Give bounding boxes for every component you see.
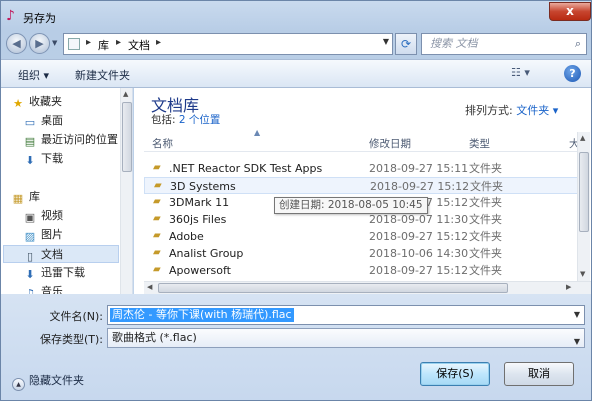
chevron-up-icon: ▲ <box>12 378 25 391</box>
scroll-up-icon[interactable]: ▲ <box>123 90 128 98</box>
nav-pictures[interactable]: ▨ 图片 <box>23 226 132 244</box>
filename-field[interactable]: 周杰伦 - 等你下课(with 杨瑞代).flac ▼ <box>107 305 585 325</box>
save-button[interactable]: 保存(S) <box>420 362 490 386</box>
nav-videos[interactable]: ▣ 视频 <box>23 207 132 225</box>
folder-icon: ▰ <box>153 162 161 173</box>
file-row[interactable]: ▰ .NET Reactor SDK Test Apps 2018-09-27 15… <box>144 160 578 177</box>
column-header-type[interactable]: 类型 <box>469 136 490 151</box>
recent-pages-dropdown[interactable]: ▼ <box>52 39 57 47</box>
file-list-horizontal-scrollbar[interactable]: ◀ ▶ <box>144 281 591 294</box>
save-options-panel: 文件名(N): 周杰伦 - 等你下课(with 杨瑞代).flac ▼ 保存类型… <box>1 294 591 400</box>
scroll-down-icon[interactable]: ▼ <box>580 270 585 278</box>
filename-label: 文件名(N): <box>49 310 103 323</box>
scroll-right-icon[interactable]: ▶ <box>566 283 571 291</box>
recent-icon: ▤ <box>24 135 36 148</box>
library-icon: ▦ <box>12 192 24 205</box>
address-dropdown-icon[interactable]: ▼ <box>383 37 389 46</box>
library-includes: 包括: 2 个位置 <box>151 114 221 126</box>
search-icon: ⌕ <box>574 37 581 50</box>
nav-thunder-downloads[interactable]: ⬇ 迅雷下载 <box>23 264 132 282</box>
nav-desktop[interactable]: ▭ 桌面 <box>23 112 132 130</box>
folder-icon: ▰ <box>153 247 161 258</box>
download-icon: ⬇ <box>25 154 35 167</box>
file-list-vertical-scrollbar[interactable]: ▲ ▼ <box>577 132 590 281</box>
back-button[interactable]: ◀ <box>6 33 27 54</box>
sort-ascending-icon: ▲ <box>254 128 261 137</box>
chevron-down-icon[interactable]: ▼ <box>574 310 580 319</box>
filetype-select[interactable]: 歌曲格式 (*.flac) ▼ <box>107 328 585 348</box>
music-note-icon: ♪ <box>6 8 15 24</box>
search-placeholder: 搜索 文档 <box>430 37 478 50</box>
video-icon: ▣ <box>24 211 36 224</box>
nav-documents[interactable]: ▯ 文档 <box>3 245 119 263</box>
arrange-by: 排列方式: 文件夹 ▾ <box>465 104 559 117</box>
desktop-icon: ▭ <box>24 116 36 129</box>
title-bar: ♪ 另存为 x <box>1 1 591 31</box>
chevron-right-icon[interactable]: ▸ <box>116 37 121 48</box>
column-headers: ▲ 名称 修改日期 类型 大 <box>144 128 580 152</box>
navigation-row: ◀ ▶ ▼ ▸ 库 ▸ 文档 ▸ ▼ ⟳ 搜索 文档 ⌕ <box>1 31 591 57</box>
file-list-pane: 文档库 包括: 2 个位置 排列方式: 文件夹 ▾ ▲ 名称 修改日期 类型 大… <box>134 88 591 294</box>
folder-icon: ▰ <box>153 230 161 241</box>
close-button[interactable]: x <box>549 2 591 21</box>
folder-icon: ▰ <box>154 180 162 191</box>
library-icon <box>68 38 80 50</box>
new-folder-button[interactable]: 新建文件夹 <box>75 67 130 83</box>
nav-libraries[interactable]: ▦ 库 <box>11 188 129 206</box>
folder-icon: ▰ <box>153 213 161 224</box>
nav-recent-places[interactable]: ▤ 最近访问的位置 <box>23 131 132 149</box>
file-row[interactable]: ▰ 3D Systems 2018-09-27 15:12 文件夹 <box>144 177 578 194</box>
nav-pane-scroll-thumb[interactable] <box>122 102 132 172</box>
file-row[interactable]: ▰ Apowersoft 2018-09-27 15:12 文件夹 <box>144 262 578 279</box>
star-icon: ★ <box>13 97 23 110</box>
folder-icon: ▰ <box>153 264 161 275</box>
forward-button[interactable]: ▶ <box>29 33 50 54</box>
filetype-value: 歌曲格式 (*.flac) <box>112 331 197 344</box>
locations-link[interactable]: 2 个位置 <box>179 114 221 126</box>
nav-pane-scrollbar[interactable]: ▲ <box>120 88 132 294</box>
vertical-scroll-thumb[interactable] <box>579 152 589 232</box>
address-segment-documents[interactable]: 文档 <box>128 37 150 53</box>
filetype-label: 保存类型(T): <box>39 333 103 346</box>
view-options-button[interactable]: ☷ ▾ <box>511 66 545 82</box>
file-row[interactable]: ▰ Adobe 2018-09-27 15:12 文件夹 <box>144 228 578 245</box>
chevron-right-icon[interactable]: ▸ <box>156 37 161 48</box>
hide-folders-toggle[interactable]: ▲ 隐藏文件夹 <box>12 372 84 391</box>
folder-icon: ▰ <box>153 196 161 207</box>
address-bar[interactable]: ▸ 库 ▸ 文档 ▸ ▼ <box>63 33 393 55</box>
cancel-button[interactable]: 取消 <box>504 362 574 386</box>
picture-icon: ▨ <box>24 230 36 243</box>
chevron-down-icon[interactable]: ▼ <box>574 333 580 351</box>
navigation-pane: ★ 收藏夹 ▭ 桌面 ▤ 最近访问的位置 ⬇ 下载 ▦ 库 ▣ 视频 ▨ 图片 ▯ 文档 ⬇ 迅雷… <box>1 88 133 294</box>
chevron-right-icon[interactable]: ▸ <box>86 37 91 48</box>
column-header-name[interactable]: 名称 <box>152 136 173 151</box>
refresh-button[interactable]: ⟳ <box>395 33 417 55</box>
nav-downloads[interactable]: ⬇ 下载 <box>23 150 132 168</box>
save-as-dialog: ♪ 另存为 x ◀ ▶ ▼ ▸ 库 ▸ 文档 ▸ ▼ ⟳ 搜索 文档 ⌕ 组织 … <box>0 0 592 401</box>
command-bar: 组织 ▾ 新建文件夹 ☷ ▾ ? <box>1 59 591 88</box>
arrange-by-dropdown[interactable]: 文件夹 ▾ <box>516 104 558 117</box>
scroll-left-icon[interactable]: ◀ <box>147 283 152 291</box>
document-icon: ▯ <box>26 250 34 263</box>
help-icon[interactable]: ? <box>564 65 581 82</box>
filename-value: 周杰伦 - 等你下课(with 杨瑞代).flac <box>110 308 294 322</box>
file-row[interactable]: ▰ Analist Group 2018-10-06 14:30 文件夹 <box>144 245 578 262</box>
created-date-tooltip: 创建日期: 2018-08-05 10:45 <box>274 197 428 214</box>
column-header-date[interactable]: 修改日期 <box>369 136 411 151</box>
search-input[interactable]: 搜索 文档 ⌕ <box>421 33 587 55</box>
thunder-icon: ⬇ <box>25 268 35 281</box>
address-segment-library[interactable]: 库 <box>98 37 109 53</box>
window-title: 另存为 <box>23 12 56 25</box>
horizontal-scroll-thumb[interactable] <box>158 283 508 293</box>
nav-music[interactable]: ♫ 音乐 <box>23 283 132 294</box>
scroll-up-icon[interactable]: ▲ <box>580 134 585 142</box>
organize-button[interactable]: 组织 ▾ <box>18 67 49 83</box>
nav-favorites[interactable]: ★ 收藏夹 <box>11 93 129 111</box>
